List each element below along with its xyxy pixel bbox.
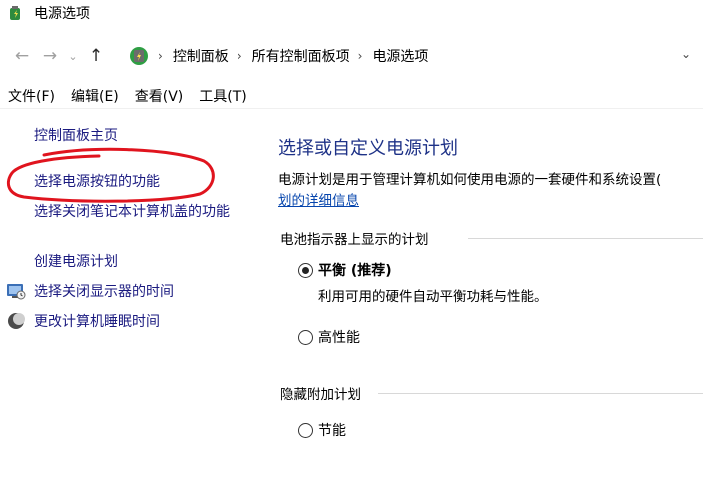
window-title: 电源选项	[34, 5, 90, 22]
chevron-down-icon[interactable]: ⌄	[64, 42, 82, 70]
balanced-plan-description: 利用可用的硬件自动平衡功耗与性能。	[318, 289, 548, 305]
control-panel-home-link[interactable]: 控制面板主页	[34, 126, 118, 146]
monitor-clock-icon	[7, 284, 26, 300]
power-button-function-link[interactable]: 选择电源按钮的功能	[34, 172, 160, 192]
balanced-plan-radio[interactable]	[298, 263, 313, 278]
sleep-time-link[interactable]: 更改计算机睡眠时间	[34, 312, 160, 332]
close-lid-function-link[interactable]: 选择关闭笔记本计算机盖的功能	[34, 202, 239, 222]
high-performance-label[interactable]: 高性能	[318, 327, 360, 347]
left-pane: 控制面板主页 选择电源按钮的功能 选择关闭笔记本计算机盖的功能 创建电源计划 选…	[0, 118, 255, 493]
breadcrumb-all-items[interactable]: 所有控制面板项	[252, 46, 350, 66]
back-arrow-icon[interactable]: ←	[8, 42, 36, 70]
navigation-bar: ← → ⌄ ↑ › 控制面板 › 所有控制面板项 › 电源选项 ⌄	[0, 38, 703, 74]
address-dropdown-icon[interactable]: ⌄	[681, 47, 691, 61]
breadcrumb-separator: ›	[158, 49, 163, 63]
breadcrumb-separator: ›	[236, 49, 242, 63]
address-bar[interactable]: › 控制面板 › 所有控制面板项 › 电源选项 ⌄	[128, 38, 703, 74]
control-panel-icon	[130, 47, 148, 65]
page-title: 选择或自定义电源计划	[278, 138, 458, 159]
high-performance-radio[interactable]	[298, 330, 313, 345]
breadcrumb-separator: ›	[357, 49, 363, 63]
group-divider	[468, 238, 703, 239]
group-divider	[378, 393, 703, 394]
menu-file[interactable]: 文件(F)	[8, 86, 55, 106]
main-content: 选择或自定义电源计划 电源计划是用于管理计算机如何使用电源的一套硬件和系统设置(…	[278, 118, 703, 493]
sleep-moon-icon	[8, 313, 25, 329]
create-power-plan-link[interactable]: 创建电源计划	[34, 252, 118, 272]
power-options-icon	[10, 5, 20, 20]
plan-details-link[interactable]: 划的详细信息	[278, 189, 359, 209]
power-saver-radio[interactable]	[298, 423, 313, 438]
battery-plans-heading: 电池指示器上显示的计划	[280, 232, 429, 248]
menu-bar: 文件(F) 编辑(E) 查看(V) 工具(T)	[0, 84, 703, 109]
breadcrumb-power-options[interactable]: 电源选项	[372, 46, 428, 66]
forward-arrow-icon[interactable]: →	[36, 42, 64, 70]
display-off-time-link[interactable]: 选择关闭显示器的时间	[34, 282, 174, 302]
balanced-plan-label[interactable]: 平衡 (推荐)	[318, 260, 392, 280]
menu-tools[interactable]: 工具(T)	[199, 86, 246, 106]
up-arrow-icon[interactable]: ↑	[82, 42, 110, 70]
plan-description: 电源计划是用于管理计算机如何使用电源的一套硬件和系统设置(	[278, 172, 662, 188]
power-saver-label[interactable]: 节能	[318, 420, 346, 440]
title-bar: 电源选项	[0, 0, 703, 25]
hidden-plans-heading: 隐藏附加计划	[280, 387, 361, 403]
breadcrumb-control-panel[interactable]: 控制面板	[173, 46, 229, 66]
menu-view[interactable]: 查看(V)	[135, 86, 184, 106]
menu-edit[interactable]: 编辑(E)	[71, 86, 119, 106]
